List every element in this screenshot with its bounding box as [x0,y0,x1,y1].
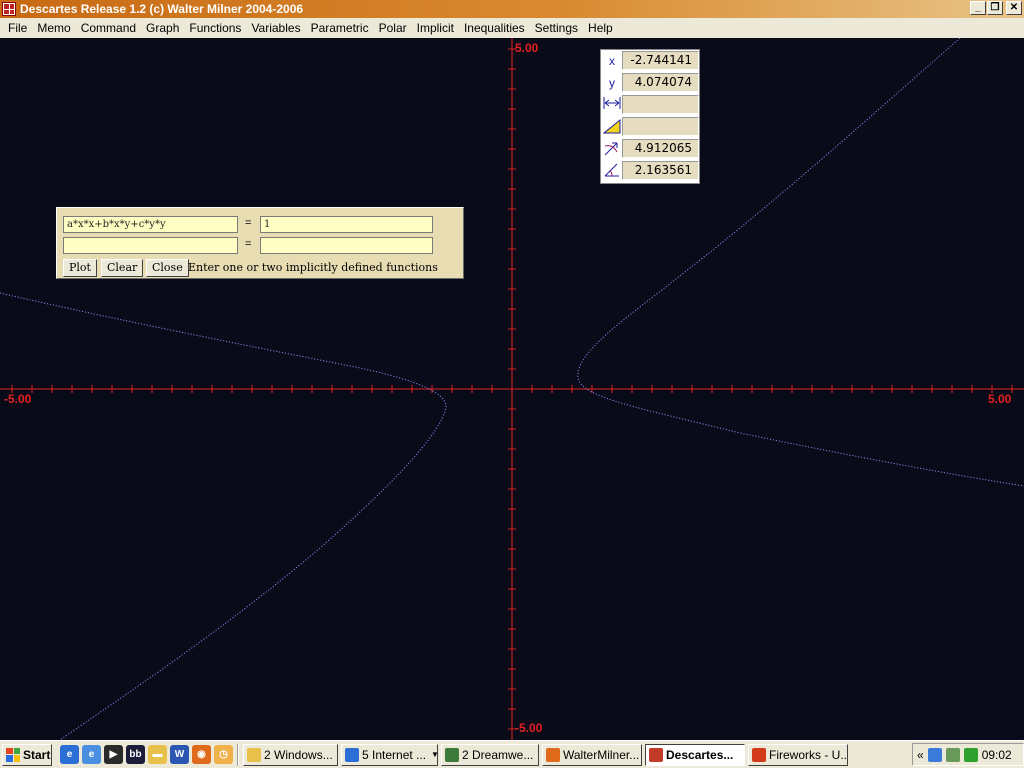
folder-icon[interactable]: ▬ [148,745,167,764]
descartes-app-icon[interactable] [2,2,16,16]
dreamweaver-task-icon [445,747,459,762]
task-windows-group[interactable]: 2 Windows...▼ [243,743,338,766]
radius-value: 4.912065 [622,139,699,158]
internet-explorer-icon[interactable]: e [60,745,79,764]
angle-icon [602,162,622,180]
quick-launch: e e ▶ bb ▬ W ◉ ◷ [60,745,233,764]
menu-functions[interactable]: Functions [184,21,246,35]
task-internet-group[interactable]: 5 Internet ...▼ [341,743,438,766]
window-title: Descartes Release 1.2 (c) Walter Milner … [20,2,304,16]
menu-bar: File Memo Command Graph Functions Variab… [0,18,1024,38]
tray-chevron-icon[interactable]: « [917,748,924,762]
graph-canvas[interactable]: 5.00 -5.00 -5.00 5.00 [0,38,1024,740]
media-player-icon[interactable]: ▶ [104,745,123,764]
x-label: x [609,54,615,68]
word-icon[interactable]: W [170,745,189,764]
clock-icon[interactable]: ◷ [214,745,233,764]
transfer-arrows-icon[interactable] [963,747,978,762]
folder-task-icon [247,747,261,762]
y-value: 4.074074 [622,73,699,92]
y-label: y [609,76,615,90]
equals-sign-1: = [245,217,252,229]
firefox-icon[interactable]: ◉ [192,745,211,764]
minimize-button[interactable]: _ [970,1,986,15]
plot-button[interactable]: Plot [63,259,97,277]
task-fireworks[interactable]: Fireworks - U... [748,743,848,766]
close-button[interactable]: ✕ [1006,1,1022,15]
menu-inequalities[interactable]: Inequalities [459,21,530,35]
y-min-label: -5.00 [515,721,543,735]
y-max-label: 5.00 [515,41,539,55]
radius-icon [602,140,622,158]
system-tray: « 09:02 [912,743,1024,766]
ie-task-icon [345,747,359,762]
graph-svg[interactable] [0,38,1024,740]
x-min-label: -5.00 [4,392,32,406]
menu-graph[interactable]: Graph [141,21,184,35]
menu-polar[interactable]: Polar [374,21,412,35]
windows-logo-icon [6,747,20,762]
rhs-input-1[interactable]: 1 [260,216,433,233]
network-icon[interactable] [927,747,942,762]
restore-button[interactable]: ❐ [987,1,1003,15]
implicit-function-dialog: a*x*x+b*x*y+c*y*y = 1 = Plot Clear Close… [56,207,464,279]
start-button[interactable]: Start [2,743,52,766]
title-bar: Descartes Release 1.2 (c) Walter Milner … [0,0,1024,18]
chevron-down-icon: ▼ [538,750,539,759]
clear-button[interactable]: Clear [101,259,144,277]
menu-file[interactable]: File [3,21,32,35]
task-waltermilner[interactable]: WalterMilner... [542,743,642,766]
width-arrows-icon [602,96,622,114]
taskbar: Start e e ▶ bb ▬ W ◉ ◷ 2 Windows...▼ 5 I… [0,740,1024,768]
close-dialog-button[interactable]: Close [146,259,189,277]
bbc-icon[interactable]: bb [126,745,145,764]
rhs-input-2[interactable] [260,237,433,254]
firefox-task-icon [546,747,560,762]
width-value [622,95,699,114]
chevron-down-icon: ▼ [431,750,437,759]
descartes-task-icon [649,747,663,762]
area-triangle-icon [602,118,622,136]
start-label: Start [23,747,51,762]
lhs-input-2[interactable] [63,237,238,254]
coordinate-panel: x -2.744141 y 4.074074 4.912065 2.163561 [600,49,700,184]
menu-memo[interactable]: Memo [32,21,75,35]
menu-settings[interactable]: Settings [530,21,583,35]
menu-parametric[interactable]: Parametric [306,21,374,35]
equals-sign-2: = [245,238,252,250]
menu-help[interactable]: Help [583,21,618,35]
x-value: -2.744141 [622,51,699,70]
implicit-hint-text: Enter one or two implicitly defined func… [188,261,438,274]
ie-alt-icon[interactable]: e [82,745,101,764]
menu-implicit[interactable]: Implicit [412,21,459,35]
fireworks-task-icon [752,747,766,762]
clock: 09:02 [981,747,1012,762]
angle-value: 2.163561 [622,161,699,180]
menu-variables[interactable]: Variables [246,21,305,35]
taskbar-separator [237,743,239,766]
menu-command[interactable]: Command [76,21,141,35]
lhs-input-1[interactable]: a*x*x+b*x*y+c*y*y [63,216,238,233]
task-descartes[interactable]: Descartes... [645,743,745,766]
area-value [622,117,699,136]
curve-branch-left [0,292,447,740]
task-dreamweaver-group[interactable]: 2 Dreamwe...▼ [441,743,539,766]
connection-icon[interactable] [945,747,960,762]
x-max-label: 5.00 [988,392,1012,406]
